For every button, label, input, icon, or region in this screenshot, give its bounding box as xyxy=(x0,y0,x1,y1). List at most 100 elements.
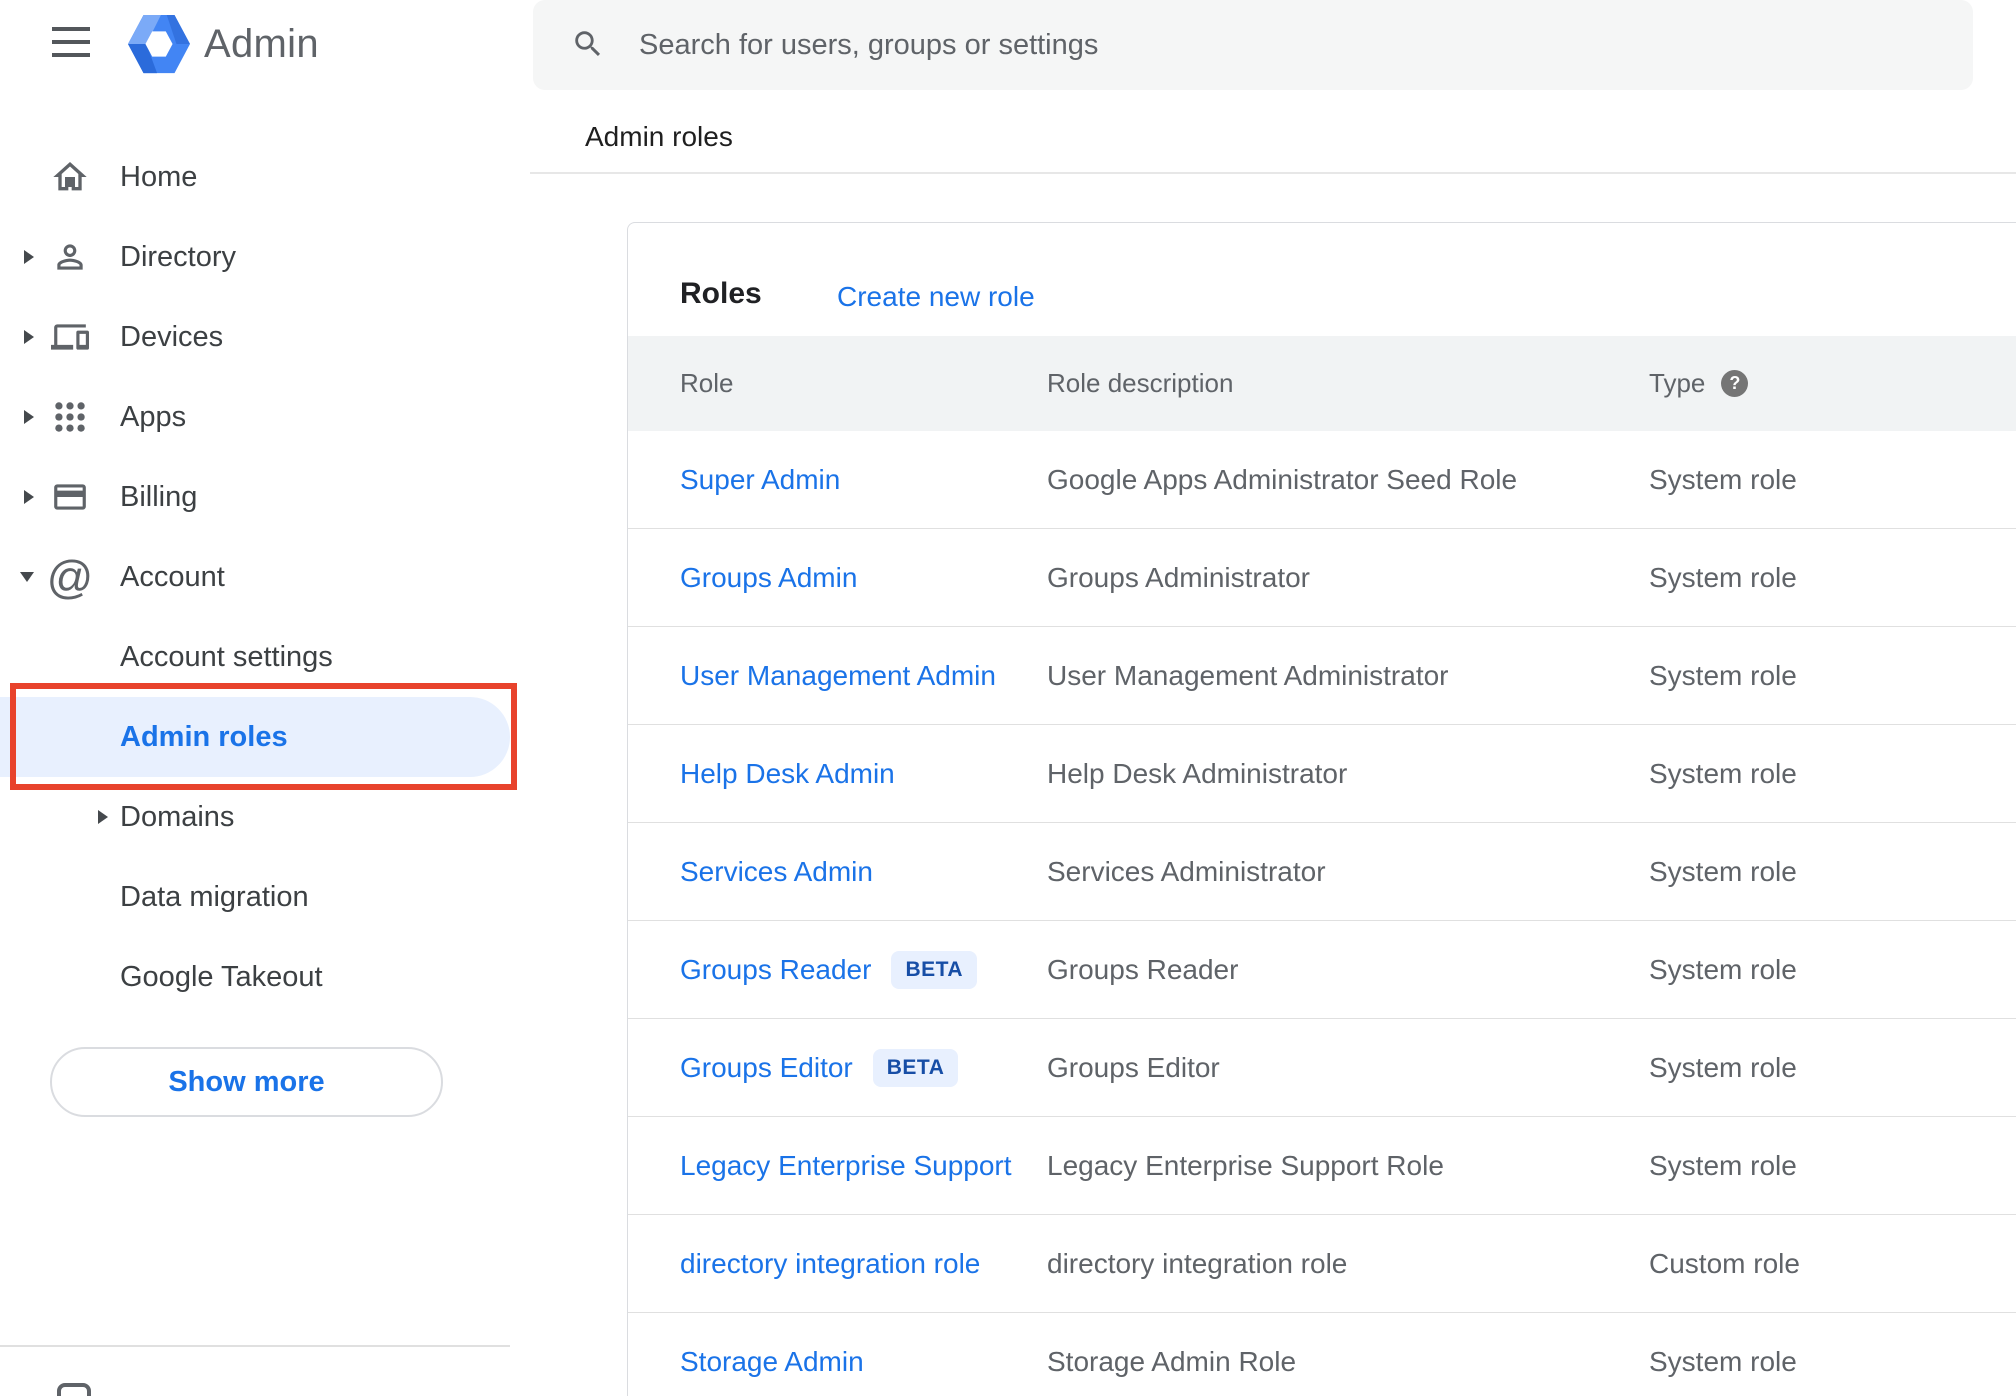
role-description: Services Administrator xyxy=(1047,855,1326,887)
admin-logo: Admin xyxy=(128,6,319,82)
sidebar-item-data-migration[interactable]: Data migration xyxy=(0,857,530,937)
chevron-right-icon xyxy=(98,810,108,824)
role-description: Google Apps Administrator Seed Role xyxy=(1047,463,1518,495)
sidebar-item-label: Billing xyxy=(120,480,198,513)
menu-bar xyxy=(52,53,90,57)
cropped-bottom-icon xyxy=(57,1383,91,1396)
menu-icon[interactable] xyxy=(52,27,90,59)
show-more-button[interactable]: Show more xyxy=(50,1047,443,1117)
table-row: Legacy Enterprise Support Legacy Enterpr… xyxy=(628,1117,2016,1215)
role-description: User Management Administrator xyxy=(1047,659,1449,691)
sidebar-item-account-settings[interactable]: Account settings xyxy=(0,617,530,697)
role-description: Help Desk Administrator xyxy=(1047,757,1348,789)
sidebar-item-google-takeout[interactable]: Google Takeout xyxy=(0,937,530,1017)
help-icon[interactable]: ? xyxy=(1721,370,1749,397)
credit-card-icon xyxy=(46,473,94,521)
column-header-type: Type xyxy=(1649,368,1706,398)
chevron-down-icon xyxy=(20,572,34,582)
beta-badge: BETA xyxy=(872,1048,959,1087)
role-type: System role xyxy=(1649,463,1797,495)
product-name: Admin xyxy=(204,21,319,66)
chevron-right-icon xyxy=(24,410,34,424)
role-link[interactable]: Storage Admin xyxy=(680,1346,864,1377)
search-input[interactable] xyxy=(639,0,1919,90)
role-type: System role xyxy=(1649,953,1797,985)
role-description: Legacy Enterprise Support Role xyxy=(1047,1149,1444,1181)
table-row: Services Admin Services Administrator Sy… xyxy=(628,823,2016,921)
role-type: System role xyxy=(1649,1051,1797,1083)
role-description: directory integration role xyxy=(1047,1247,1348,1279)
sidebar-item-label: Google Takeout xyxy=(120,960,323,993)
column-header-description: Role description xyxy=(1047,368,1234,398)
sidebar-divider xyxy=(0,1345,510,1347)
roles-table: Super Admin Google Apps Administrator Se… xyxy=(628,431,2016,1396)
menu-bar xyxy=(52,40,90,44)
table-row: User Management Admin User Management Ad… xyxy=(628,627,2016,725)
devices-icon xyxy=(46,313,94,361)
chevron-right-icon xyxy=(24,250,34,264)
sidebar-item-label: Account xyxy=(120,560,225,593)
table-row: Groups Admin Groups Administrator System… xyxy=(628,529,2016,627)
role-type: Custom role xyxy=(1649,1247,1800,1279)
role-link[interactable]: Help Desk Admin xyxy=(680,758,895,789)
admin-hexagon-icon xyxy=(128,14,190,74)
role-link[interactable]: Services Admin xyxy=(680,856,873,887)
role-link[interactable]: directory integration role xyxy=(680,1248,980,1279)
home-icon xyxy=(46,153,94,201)
sidebar-item-label: Devices xyxy=(120,320,224,353)
table-row: Groups Reader BETA Groups Reader System r… xyxy=(628,921,2016,1019)
sidebar-item-admin-roles[interactable]: Admin roles xyxy=(0,697,530,777)
role-link[interactable]: Legacy Enterprise Support xyxy=(680,1150,1012,1181)
sidebar-item-label: Domains xyxy=(120,800,235,833)
apps-grid-icon xyxy=(46,393,94,441)
table-row: Groups Editor BETA Groups Editor System r… xyxy=(628,1019,2016,1117)
table-row: Storage Admin Storage Admin Role System … xyxy=(628,1313,2016,1396)
role-link[interactable]: User Management Admin xyxy=(680,660,996,691)
role-link[interactable]: Groups Editor xyxy=(680,1052,853,1083)
sidebar-item-label: Home xyxy=(120,160,198,193)
menu-bar xyxy=(52,27,90,31)
sidebar-item-domains[interactable]: Domains xyxy=(0,777,530,857)
role-type: System role xyxy=(1649,1149,1797,1181)
column-header-role: Role xyxy=(680,368,734,398)
sidebar-item-billing[interactable]: Billing xyxy=(0,457,530,537)
panel-title: Roles xyxy=(680,277,762,310)
chevron-right-icon xyxy=(24,490,34,504)
role-type: System role xyxy=(1649,659,1797,691)
chevron-right-icon xyxy=(24,330,34,344)
role-description: Storage Admin Role xyxy=(1047,1345,1297,1377)
roles-panel: Roles Create new role Role Role descript… xyxy=(627,222,2016,1396)
role-type: System role xyxy=(1649,855,1797,887)
breadcrumb: Admin roles xyxy=(585,121,733,152)
table-row: directory integration role directory int… xyxy=(628,1215,2016,1313)
google-admin-console: Admin Home Directory Devices Apps Billin… xyxy=(0,0,2016,1396)
person-icon xyxy=(46,233,94,281)
sidebar-item-label: Apps xyxy=(120,400,187,433)
search-bar xyxy=(533,0,1973,90)
table-row: Super Admin Google Apps Administrator Se… xyxy=(628,431,2016,529)
role-type: System role xyxy=(1649,757,1797,789)
role-description: Groups Editor xyxy=(1047,1051,1220,1083)
sidebar-item-label: Data migration xyxy=(120,880,309,913)
beta-badge: BETA xyxy=(891,950,978,989)
table-row: Help Desk Admin Help Desk Administrator … xyxy=(628,725,2016,823)
sidebar-item-devices[interactable]: Devices xyxy=(0,297,530,377)
content-divider xyxy=(530,172,2016,174)
role-link[interactable]: Groups Admin xyxy=(680,562,857,593)
sidebar-item-apps[interactable]: Apps xyxy=(0,377,530,457)
sidebar-item-label: Account settings xyxy=(120,640,333,673)
sidebar-item-label: Admin roles xyxy=(120,720,288,753)
role-link[interactable]: Groups Reader xyxy=(680,954,871,985)
create-new-role-link[interactable]: Create new role xyxy=(837,281,1035,313)
sidebar-item-directory[interactable]: Directory xyxy=(0,217,530,297)
sidebar-item-home[interactable]: Home xyxy=(0,137,530,217)
role-description: Groups Administrator xyxy=(1047,561,1310,593)
at-sign-icon: @ xyxy=(46,551,94,603)
role-type: System role xyxy=(1649,561,1797,593)
search-icon xyxy=(575,31,601,57)
sidebar-item-label: Directory xyxy=(120,240,237,273)
table-header: Role Role description Type ? xyxy=(628,336,2016,431)
sidebar-item-account[interactable]: @ Account xyxy=(0,537,530,617)
role-description: Groups Reader xyxy=(1047,953,1239,985)
role-link[interactable]: Super Admin xyxy=(680,464,840,495)
